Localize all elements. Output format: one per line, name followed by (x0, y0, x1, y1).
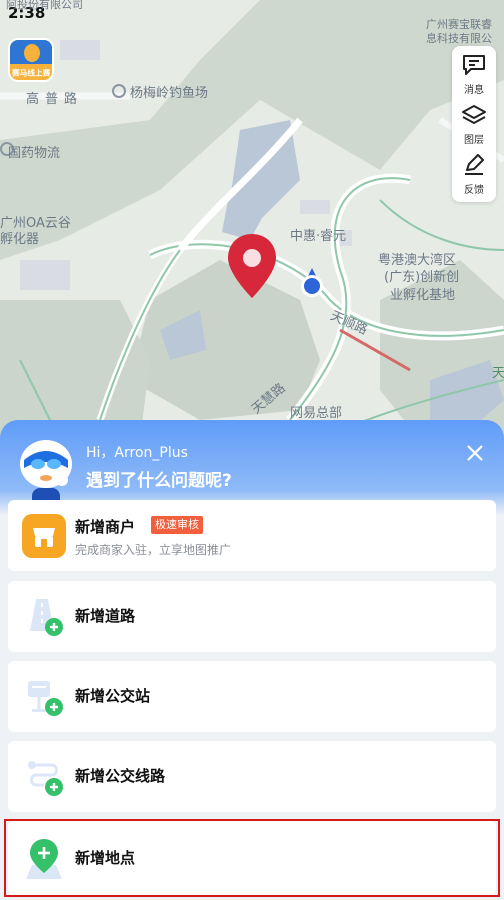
feedback-edit-icon (465, 154, 484, 175)
option-title: 新增道路 (75, 607, 136, 625)
feedback-button[interactable]: 反馈 (452, 148, 496, 198)
add-bus-stop-icon (28, 681, 63, 716)
option-title: 新增地点 (75, 849, 136, 867)
greeting-text: Hi，Arron_Plus (86, 445, 188, 461)
add-place-pin-icon (26, 839, 62, 879)
layers-label: 图层 (464, 135, 484, 146)
map-label-top-left: 阿投份有限公司 (6, 0, 83, 11)
option-title: 新增公交线路 (75, 767, 166, 785)
option-title: 新增公交站 (75, 687, 151, 705)
feedback-label: 反馈 (464, 185, 484, 196)
fast-review-badge: 极速审核 (151, 516, 203, 534)
map-label-top-right-2: 息科技有限公 (426, 32, 492, 45)
map-label-edge-right: 天 (492, 366, 504, 381)
message-button[interactable]: 消息 (452, 48, 496, 98)
map-label-poi-netease: 网易总部 (290, 406, 343, 421)
option-add-bus-route[interactable]: 新增公交线路 (8, 741, 496, 812)
map-label-poi-bay-3: 业孵化基地 (390, 288, 456, 303)
map-label-road-gaopu: 高普路 (26, 92, 84, 107)
layers-button[interactable]: 图层 (452, 98, 496, 148)
selected-location-pin-icon[interactable] (226, 232, 278, 300)
logo-text: 赛马线上赛 (12, 69, 51, 79)
message-label: 消息 (464, 85, 484, 96)
map-label-poi-oa-2: 孵化器 (0, 232, 40, 247)
option-subtitle: 完成商家入驻，立享地图推广 (75, 543, 232, 557)
add-bus-route-icon (28, 761, 63, 796)
close-icon[interactable] (466, 444, 484, 462)
map-label-poi-medicine: 国药物流 (8, 146, 61, 161)
logo-runner-icon (24, 44, 40, 62)
map-toolbar: 消息 图层 反馈 (452, 46, 496, 202)
map-view[interactable]: 2:38 阿投份有限公司 广州赛宝联睿 息科技有限公 赛马线上赛 高普路 杨梅岭… (0, 0, 504, 440)
map-label-poi-fish: 杨梅岭钓鱼场 (130, 86, 209, 101)
message-icon (463, 55, 485, 75)
poi-pin-icon (112, 84, 126, 98)
option-add-bus-stop[interactable]: 新增公交站 (8, 661, 496, 732)
add-road-icon (30, 599, 63, 636)
option-add-merchant[interactable]: 新增商户 极速审核 完成商家入驻，立享地图推广 (8, 500, 496, 571)
map-label-poi-bay-2: (广东)创新创 (384, 270, 460, 285)
current-location-icon (301, 268, 323, 297)
option-add-place[interactable]: 新增地点 (8, 821, 496, 895)
event-logo[interactable]: 赛马线上赛 (8, 38, 54, 82)
layers-icon (462, 105, 486, 124)
sheet-title: 遇到了什么问题呢? (86, 471, 232, 491)
option-add-road[interactable]: 新增道路 (8, 581, 496, 652)
map-background (0, 0, 504, 440)
merchant-store-icon (22, 514, 66, 558)
option-title: 新增商户 (75, 518, 136, 536)
map-label-poi-zhonghui: 中惠·睿元 (290, 229, 347, 244)
